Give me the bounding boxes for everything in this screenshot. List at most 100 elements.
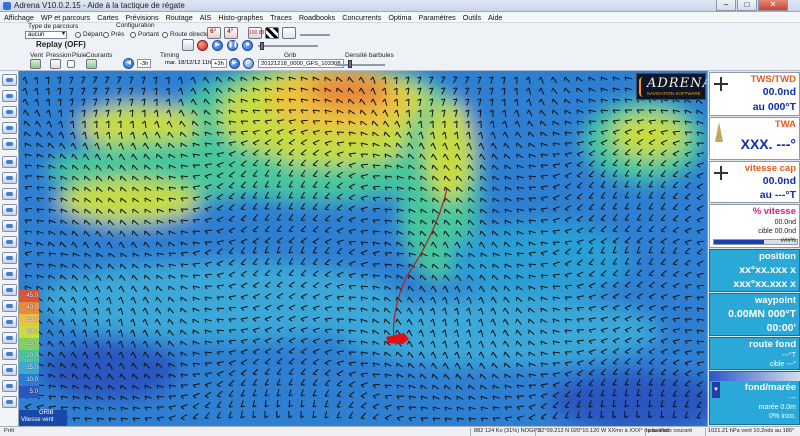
legend-cell: 40.0	[19, 302, 39, 314]
left-tool-icon-7[interactable]	[2, 172, 17, 184]
config-slider-track[interactable]	[300, 34, 330, 36]
menu-affichage[interactable]: Affichage	[0, 12, 37, 22]
menu-wp-parcours[interactable]: WP et parcours	[37, 12, 93, 22]
left-tool-icon-19[interactable]	[2, 364, 17, 376]
menu-routage[interactable]: Routage	[162, 12, 196, 22]
radio-pres[interactable]	[103, 32, 109, 38]
play-button[interactable]: ▶	[212, 40, 223, 51]
folder-icon[interactable]	[182, 39, 194, 51]
grib-settings-icon[interactable]: ⟳	[243, 58, 254, 69]
menu-aide[interactable]: Aide	[484, 12, 505, 22]
title-bar: Adrena V10.0.2.15 - Aide à la tactique d…	[0, 0, 800, 12]
toolbar: Type de parcours aucun Configuration Dép…	[0, 22, 800, 71]
wind-field-svg	[19, 71, 707, 426]
left-tool-icon-17[interactable]	[2, 332, 17, 344]
left-tool-icon-9[interactable]	[2, 204, 17, 216]
pressure-layer-icon[interactable]	[50, 59, 61, 69]
scroll-down-icon[interactable]: ▼	[712, 382, 720, 398]
record-button[interactable]	[197, 40, 208, 51]
compass-icon	[714, 77, 728, 91]
left-tool-icon-20[interactable]	[2, 380, 17, 392]
waypoint-title: waypoint	[754, 295, 796, 306]
menu-previsions[interactable]: Prévisions	[121, 12, 161, 22]
menu-cartes[interactable]: Cartes	[93, 12, 121, 22]
menu-outils[interactable]: Outils	[459, 12, 484, 22]
status-pressure: 1021.21 hPa vent 10.2nds au 186°	[708, 428, 795, 434]
currents-layer-icon[interactable]	[86, 59, 97, 69]
weather-map[interactable]: ADRENA NAVIGATION SOFTWARE 45.0 40.0 35.…	[19, 71, 707, 426]
pct-vitesse-target: cible 00.0nd	[758, 228, 796, 235]
left-tool-icon-15[interactable]	[2, 300, 17, 312]
vitesse-vent-label: Vitesse vent	[21, 417, 54, 423]
close-button[interactable]: ✕	[758, 0, 788, 11]
pct-vitesse-bar-text: ###%	[780, 238, 796, 244]
step-back-value[interactable]: -3h	[137, 59, 152, 68]
next-step-button[interactable]: ▶	[229, 58, 240, 69]
compass-icon	[714, 166, 728, 180]
step-forward-value[interactable]: +3h	[211, 59, 227, 68]
radio-depart-label: Départ	[83, 31, 103, 38]
status-ready: Prêt	[4, 428, 15, 434]
radio-portant[interactable]	[130, 32, 136, 38]
left-tool-icon-2[interactable]	[2, 90, 17, 102]
legend-cell: 25.0	[19, 338, 39, 350]
position-lon: xxx°xx.xxx x	[733, 278, 796, 290]
densite-label: Densité barbules	[345, 52, 394, 59]
left-tool-icon-18[interactable]	[2, 348, 17, 360]
twa-value: XXX. ---°	[740, 136, 796, 152]
menu-optima[interactable]: Optima	[384, 12, 414, 22]
menu-histo-graphes[interactable]: Histo-graphes	[214, 12, 266, 22]
densite-slider-track[interactable]	[335, 64, 385, 66]
sail-icon	[715, 122, 723, 142]
fond-maree-box: ▼ fond/marée --- marée 0.0m 0% inco.	[709, 371, 800, 425]
prev-step-button[interactable]: ◀	[123, 58, 134, 69]
left-tool-icon-21[interactable]	[2, 396, 17, 408]
left-tool-icon-8[interactable]	[2, 188, 17, 200]
menu-roadbooks[interactable]: Roadbooks	[295, 12, 338, 22]
legend-cell: 20.0	[19, 350, 39, 362]
stop-button[interactable]: ■	[242, 40, 253, 51]
left-tool-icon-3[interactable]	[2, 106, 17, 118]
menu-ais[interactable]: AIS	[196, 12, 215, 22]
type-parcours-select[interactable]: aucun	[25, 31, 67, 39]
left-tool-icon-1[interactable]	[2, 74, 17, 86]
left-tool-icon-12[interactable]	[2, 252, 17, 264]
replay-slider-track[interactable]	[258, 45, 318, 47]
rain-checkbox[interactable]	[67, 60, 75, 68]
replay-status: Replay (OFF)	[36, 40, 86, 49]
fond-maree-inco: 0% inco.	[769, 413, 796, 420]
minimize-button[interactable]: –	[716, 0, 736, 11]
left-tool-icon-10[interactable]	[2, 220, 17, 232]
left-tool-icon-16[interactable]	[2, 316, 17, 328]
left-tool-icon-13[interactable]	[2, 268, 17, 280]
left-tool-icon-6[interactable]	[2, 156, 17, 168]
fond-maree-band	[710, 372, 800, 381]
route-icon[interactable]	[282, 27, 296, 39]
left-tool-icon-4[interactable]	[2, 122, 17, 134]
grib-file-field[interactable]: 20121218_0000_GFS_103308	[258, 59, 344, 68]
densite-slider-knob[interactable]	[348, 60, 352, 68]
left-toolbar	[0, 71, 19, 426]
fond-maree-depth: ---	[789, 395, 796, 402]
legend-cell: 45.0	[19, 290, 39, 302]
legend-cell: 5.0	[19, 386, 39, 398]
left-tool-icon-11[interactable]	[2, 236, 17, 248]
radio-depart[interactable]	[75, 32, 81, 38]
left-tool-icon-14[interactable]	[2, 284, 17, 296]
courants-label: Courants	[86, 52, 113, 59]
vitesse-cap-title: vitesse cap	[744, 163, 796, 174]
pct-vitesse-title: % vitesse	[752, 206, 796, 217]
wind-layer-icon[interactable]	[30, 59, 41, 69]
checkered-flag-icon[interactable]	[265, 27, 279, 39]
radio-route-directe[interactable]	[162, 32, 168, 38]
replay-slider-knob[interactable]	[260, 42, 264, 50]
menu-concurrents[interactable]: Concurrents	[338, 12, 384, 22]
menu-traces[interactable]: Traces	[266, 12, 295, 22]
pause-button[interactable]: ❚❚	[227, 40, 238, 51]
left-tool-icon-5[interactable]	[2, 138, 17, 150]
configuration-label: Configuration	[116, 22, 155, 29]
type-parcours-label: Type de parcours	[28, 23, 79, 30]
maximize-button[interactable]: □	[737, 0, 757, 11]
radio-pres-label: Près	[111, 31, 125, 38]
menu-parametres[interactable]: Paramètres	[415, 12, 459, 22]
